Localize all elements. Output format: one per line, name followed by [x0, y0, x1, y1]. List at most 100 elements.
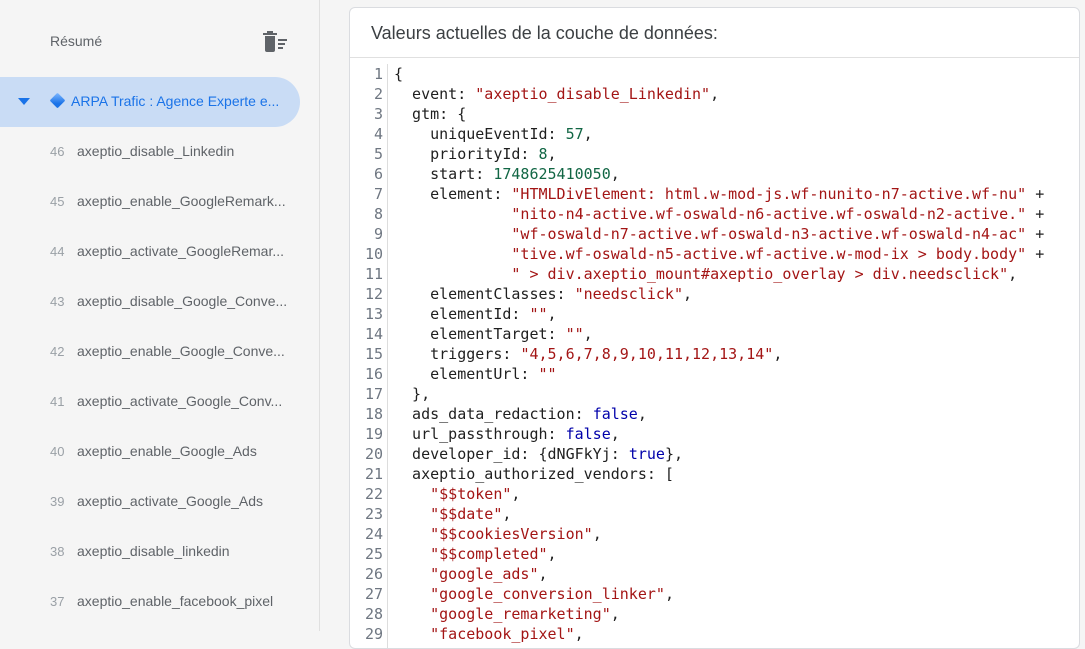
event-list-item[interactable]: 45 axeptio_enable_GoogleRemark...: [0, 177, 319, 227]
code-token: "HTMLDivElement: html.w-mod-js.wf-nunito…: [511, 185, 1027, 203]
event-list-item[interactable]: 39 axeptio_activate_Google_Ads: [0, 477, 319, 527]
line-number: 26: [364, 565, 383, 583]
event-list-item[interactable]: 38 axeptio_disable_linkedin: [0, 527, 319, 577]
code-token: "tive.wf-oswald-n5-active.wf-active.w-mo…: [511, 245, 1027, 263]
code-text: elementClasses: "needsclick",: [394, 284, 692, 304]
code-token: "": [538, 365, 557, 383]
code-text: developer_id: {dNGFkYj: true},: [394, 444, 683, 464]
container-item[interactable]: ARPA Trafic : Agence Experte e...: [0, 77, 300, 127]
line-number: 23: [364, 505, 383, 523]
code-line: 7 element: "HTMLDivElement: html.w-mod-j…: [350, 184, 1079, 204]
line-number: 25: [364, 545, 383, 563]
code-line: 10 "tive.wf-oswald-n5-active.wf-active.w…: [350, 244, 1079, 264]
line-number: 29: [364, 625, 383, 643]
code-token: axeptio_authorized_vendors: [: [394, 465, 674, 483]
code-text: element: "HTMLDivElement: html.w-mod-js.…: [394, 184, 1044, 204]
code-token: priorityId:: [394, 145, 539, 163]
code-line: 18 ads_data_redaction: false,: [350, 404, 1079, 424]
code-token: ,: [683, 285, 693, 303]
diamond-icon: [49, 92, 66, 109]
code-line: 23 "$$date",: [350, 504, 1079, 524]
code-text: ads_data_redaction: false,: [394, 404, 647, 424]
summary-row[interactable]: Résumé: [0, 22, 319, 62]
code-token: "axeptio_disable_Linkedin": [475, 85, 711, 103]
event-number: 40: [50, 444, 65, 459]
code-line: 5 priorityId: 8,: [350, 144, 1079, 164]
event-list-item[interactable]: 42 axeptio_enable_Google_Conve...: [0, 327, 319, 377]
code-line: 15 triggers: "4,5,6,7,8,9,10,11,12,13,14…: [350, 344, 1079, 364]
code-text: elementTarget: "",: [394, 324, 593, 344]
line-number: 21: [364, 465, 383, 483]
event-label: axeptio_disable_Linkedin: [77, 143, 235, 159]
sidebar: Résumé ARPA Trafic : Agence Experte e...…: [0, 0, 320, 631]
code-token: ,: [583, 125, 593, 143]
code-token: false: [592, 405, 638, 423]
line-number: 15: [364, 345, 383, 363]
event-list-item[interactable]: 40 axeptio_enable_Google_Ads: [0, 427, 319, 477]
code-token: element:: [394, 185, 512, 203]
code-token: ,: [592, 525, 602, 543]
code-text: url_passthrough: false,: [394, 424, 620, 444]
code-line: 29 "facebook_pixel",: [350, 624, 1079, 644]
code-token: },: [394, 385, 431, 403]
code-text: "$$cookiesVersion",: [394, 524, 602, 544]
code-token: +: [1026, 205, 1045, 223]
event-number: 38: [50, 544, 65, 559]
delete-sweep-icon[interactable]: [262, 30, 290, 54]
code-line: 22 "$$token",: [350, 484, 1079, 504]
code-token: +: [1026, 245, 1045, 263]
code-token: " > div.axeptio_mount#axeptio_overlay > …: [511, 265, 1009, 283]
code-text: axeptio_authorized_vendors: [: [394, 464, 674, 484]
event-label: axeptio_enable_Google_Conve...: [77, 343, 285, 359]
code-token: "$$cookiesVersion": [430, 525, 593, 543]
code-view[interactable]: 1{2 event: "axeptio_disable_Linkedin", 3 …: [350, 64, 1079, 644]
event-list-item[interactable]: 41 axeptio_activate_Google_Conv...: [0, 377, 319, 427]
event-label: axeptio_enable_GoogleRemark...: [77, 193, 286, 209]
code-text: "google_remarketing",: [394, 604, 620, 624]
event-label: axeptio_activate_Google_Ads: [77, 493, 264, 509]
event-list: 46 axeptio_disable_Linkedin 45 axeptio_enab…: [0, 127, 319, 627]
code-line: 14 elementTarget: "",: [350, 324, 1079, 344]
card-title: Valeurs actuelles de la couche de donnée…: [371, 23, 718, 43]
line-number: 3: [373, 105, 383, 123]
summary-label: Résumé: [50, 33, 103, 49]
code-line: 2 event: "axeptio_disable_Linkedin",: [350, 84, 1079, 104]
line-number: 22: [364, 485, 383, 503]
event-list-item[interactable]: 46 axeptio_disable_Linkedin: [0, 127, 319, 177]
code-text: triggers: "4,5,6,7,8,9,10,11,12,13,14",: [394, 344, 782, 364]
event-list-item[interactable]: 43 axeptio_disable_Google_Conve...: [0, 277, 319, 327]
code-token: +: [1026, 185, 1045, 203]
event-label: axeptio_disable_Google_Conve...: [77, 293, 288, 309]
code-token: "google_remarketing": [430, 605, 611, 623]
event-number: 43: [50, 294, 65, 309]
event-number: 37: [50, 594, 65, 609]
code-token: "": [565, 325, 584, 343]
event-label: axeptio_enable_facebook_pixel: [77, 593, 274, 609]
code-token: 1748625410050: [493, 165, 611, 183]
code-token: "facebook_pixel": [430, 625, 575, 643]
line-number: 10: [364, 245, 383, 263]
event-list-item[interactable]: 44 axeptio_activate_GoogleRemar...: [0, 227, 319, 277]
line-number: 17: [364, 385, 383, 403]
code-token: 57: [565, 125, 584, 143]
line-number: 18: [364, 405, 383, 423]
code-token: elementUrl:: [394, 365, 539, 383]
code-token: ,: [502, 505, 512, 523]
line-number: 13: [364, 305, 383, 323]
event-label: axeptio_activate_GoogleRemar...: [77, 243, 285, 259]
event-number: 45: [50, 194, 65, 209]
event-list-item[interactable]: 37 axeptio_enable_facebook_pixel: [0, 577, 319, 627]
code-text: {: [394, 64, 403, 84]
caret-down-icon[interactable]: [18, 98, 30, 105]
line-number: 8: [373, 205, 383, 223]
code-line: 6 start: 1748625410050,: [350, 164, 1079, 184]
code-token: elementClasses:: [394, 285, 575, 303]
code-token: "$$completed": [430, 545, 548, 563]
code-line: 11 " > div.axeptio_mount#axeptio_overlay…: [350, 264, 1079, 284]
code-text: priorityId: 8,: [394, 144, 556, 164]
